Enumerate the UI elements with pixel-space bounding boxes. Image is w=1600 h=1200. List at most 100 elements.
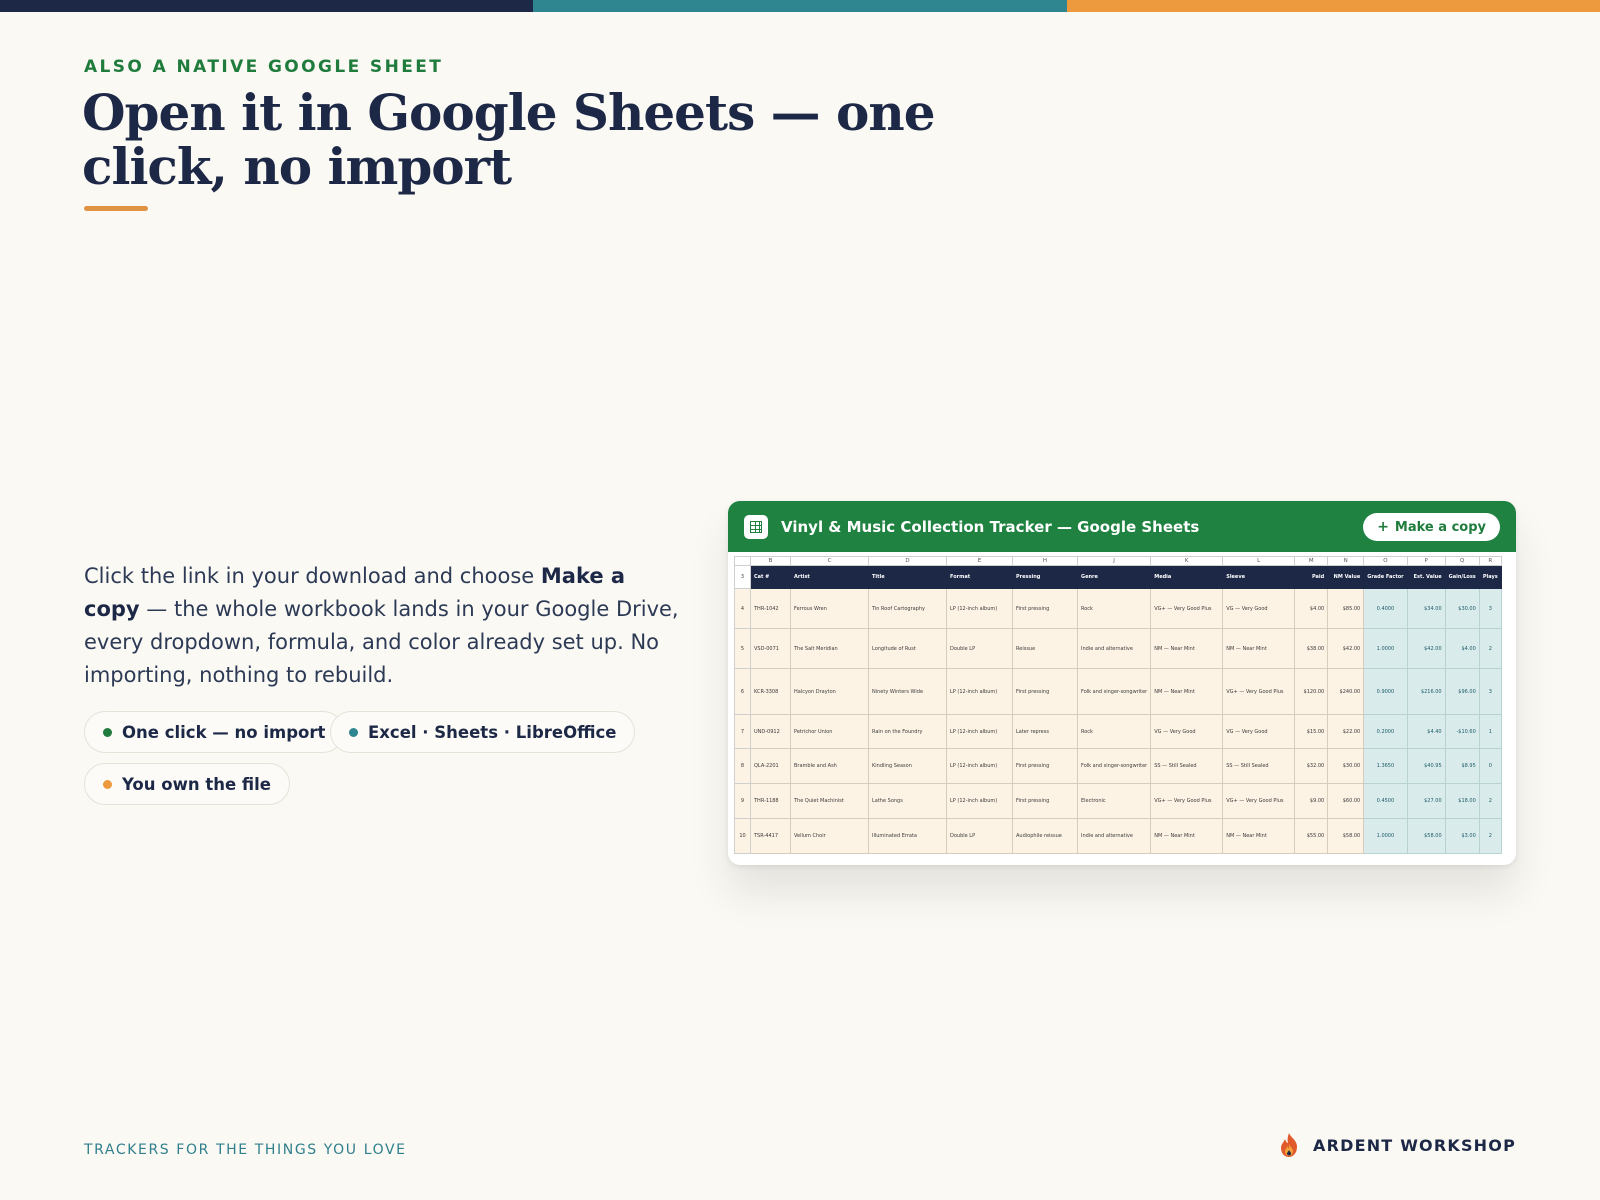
- column-letter[interactable]: Q: [1444, 556, 1480, 566]
- column-header[interactable]: Grade Factor: [1363, 565, 1408, 589]
- table-cell[interactable]: VG — Very Good: [1150, 714, 1224, 749]
- column-letter[interactable]: R: [1478, 556, 1502, 566]
- table-cell[interactable]: Longitude of Rust: [868, 628, 947, 669]
- table-cell[interactable]: VG+ — Very Good Plus: [1222, 783, 1296, 819]
- table-cell[interactable]: Vellum Choir: [790, 818, 869, 854]
- column-header[interactable]: Pressing: [1012, 565, 1078, 589]
- table-cell[interactable]: 2: [1478, 628, 1502, 669]
- table-cell[interactable]: $120.00: [1294, 668, 1329, 715]
- table-cell[interactable]: $30.00: [1444, 588, 1480, 629]
- table-cell[interactable]: $22.00: [1327, 714, 1365, 749]
- table-cell[interactable]: THR-1188: [750, 783, 791, 819]
- table-cell[interactable]: Lathe Songs: [868, 783, 947, 819]
- table-cell[interactable]: 1.0000: [1363, 628, 1408, 669]
- table-cell[interactable]: $42.00: [1406, 628, 1446, 669]
- column-letter[interactable]: N: [1327, 556, 1365, 566]
- table-cell[interactable]: NM — Near Mint: [1150, 818, 1224, 854]
- table-cell[interactable]: 1.3650: [1363, 748, 1408, 784]
- row-number[interactable]: 5: [734, 628, 751, 669]
- table-cell[interactable]: Rain on the Foundry: [868, 714, 947, 749]
- table-cell[interactable]: $18.00: [1444, 783, 1480, 819]
- table-cell[interactable]: First pressing: [1012, 783, 1078, 819]
- table-cell[interactable]: NM — Near Mint: [1150, 628, 1224, 669]
- table-cell[interactable]: $15.00: [1294, 714, 1329, 749]
- column-header[interactable]: Paid: [1294, 565, 1329, 589]
- table-cell[interactable]: VG — Very Good: [1222, 714, 1296, 749]
- table-cell[interactable]: KCR-3308: [750, 668, 791, 715]
- row-number[interactable]: 4: [734, 588, 751, 629]
- table-cell[interactable]: $3.00: [1444, 818, 1480, 854]
- table-cell[interactable]: Illuminated Errata: [868, 818, 947, 854]
- table-cell[interactable]: Bramble and Ash: [790, 748, 869, 784]
- table-cell[interactable]: $4.00: [1444, 628, 1480, 669]
- column-header[interactable]: Cat #: [750, 565, 791, 589]
- table-cell[interactable]: 0.4500: [1363, 783, 1408, 819]
- column-letter[interactable]: B: [750, 556, 791, 566]
- table-cell[interactable]: $85.00: [1327, 588, 1365, 629]
- table-cell[interactable]: $60.00: [1327, 783, 1365, 819]
- table-cell[interactable]: VG — Very Good: [1222, 588, 1296, 629]
- table-cell[interactable]: $55.00: [1294, 818, 1329, 854]
- table-cell[interactable]: $30.00: [1327, 748, 1365, 784]
- table-cell[interactable]: $32.00: [1294, 748, 1329, 784]
- column-letter[interactable]: [734, 556, 751, 566]
- table-cell[interactable]: LP (12-inch album): [946, 714, 1013, 749]
- table-cell[interactable]: SS — Still Sealed: [1222, 748, 1296, 784]
- table-cell[interactable]: VG+ — Very Good Plus: [1150, 588, 1224, 629]
- column-header[interactable]: Artist: [790, 565, 869, 589]
- table-cell[interactable]: LP (12-inch album): [946, 588, 1013, 629]
- table-cell[interactable]: 0.9000: [1363, 668, 1408, 715]
- table-cell[interactable]: The Salt Meridian: [790, 628, 869, 669]
- table-cell[interactable]: 1: [1478, 714, 1502, 749]
- table-cell[interactable]: Later repress: [1012, 714, 1078, 749]
- table-cell[interactable]: $216.00: [1406, 668, 1446, 715]
- table-cell[interactable]: THR-1042: [750, 588, 791, 629]
- table-cell[interactable]: Double LP: [946, 628, 1013, 669]
- table-cell[interactable]: Double LP: [946, 818, 1013, 854]
- table-cell[interactable]: 3: [1478, 588, 1502, 629]
- table-cell[interactable]: QLA-2201: [750, 748, 791, 784]
- table-cell[interactable]: Rock: [1076, 588, 1152, 629]
- row-number[interactable]: 10: [734, 818, 751, 854]
- table-cell[interactable]: 0: [1478, 748, 1502, 784]
- row-number[interactable]: 8: [734, 748, 751, 784]
- table-cell[interactable]: $38.00: [1294, 628, 1329, 669]
- table-cell[interactable]: The Quiet Machinist: [790, 783, 869, 819]
- table-cell[interactable]: $58.00: [1406, 818, 1446, 854]
- table-cell[interactable]: Petrichor Union: [790, 714, 869, 749]
- column-header[interactable]: Plays: [1478, 565, 1502, 589]
- table-cell[interactable]: $9.00: [1294, 783, 1329, 819]
- table-cell[interactable]: 3: [1478, 668, 1502, 715]
- column-letter[interactable]: J: [1076, 556, 1152, 566]
- column-letter[interactable]: E: [946, 556, 1013, 566]
- table-cell[interactable]: $4.00: [1294, 588, 1329, 629]
- table-cell[interactable]: Rock: [1076, 714, 1152, 749]
- table-cell[interactable]: 2: [1478, 783, 1502, 819]
- column-letter[interactable]: O: [1363, 556, 1408, 566]
- table-cell[interactable]: VG+ — Very Good Plus: [1222, 668, 1296, 715]
- table-cell[interactable]: $27.00: [1406, 783, 1446, 819]
- table-cell[interactable]: Reissue: [1012, 628, 1078, 669]
- table-cell[interactable]: LP (12-inch album): [946, 668, 1013, 715]
- column-header[interactable]: Genre: [1076, 565, 1152, 589]
- table-cell[interactable]: VG+ — Very Good Plus: [1150, 783, 1224, 819]
- row-number[interactable]: 6: [734, 668, 751, 715]
- table-cell[interactable]: Kindling Season: [868, 748, 947, 784]
- column-header[interactable]: Sleeve: [1222, 565, 1296, 589]
- table-cell[interactable]: 0.2000: [1363, 714, 1408, 749]
- table-cell[interactable]: NM — Near Mint: [1150, 668, 1224, 715]
- table-cell[interactable]: First pressing: [1012, 748, 1078, 784]
- table-cell[interactable]: Tin Roof Cartography: [868, 588, 947, 629]
- column-header[interactable]: Est. Value: [1406, 565, 1446, 589]
- table-cell[interactable]: UND-0912: [750, 714, 791, 749]
- table-cell[interactable]: NM — Near Mint: [1222, 818, 1296, 854]
- table-cell[interactable]: Audiophile reissue: [1012, 818, 1078, 854]
- row-number[interactable]: 9: [734, 783, 751, 819]
- column-letter[interactable]: D: [868, 556, 947, 566]
- column-header[interactable]: Gain/Loss: [1444, 565, 1480, 589]
- table-cell[interactable]: First pressing: [1012, 668, 1078, 715]
- table-cell[interactable]: $42.00: [1327, 628, 1365, 669]
- table-cell[interactable]: 0.4000: [1363, 588, 1408, 629]
- column-letter[interactable]: K: [1150, 556, 1224, 566]
- table-cell[interactable]: $240.00: [1327, 668, 1365, 715]
